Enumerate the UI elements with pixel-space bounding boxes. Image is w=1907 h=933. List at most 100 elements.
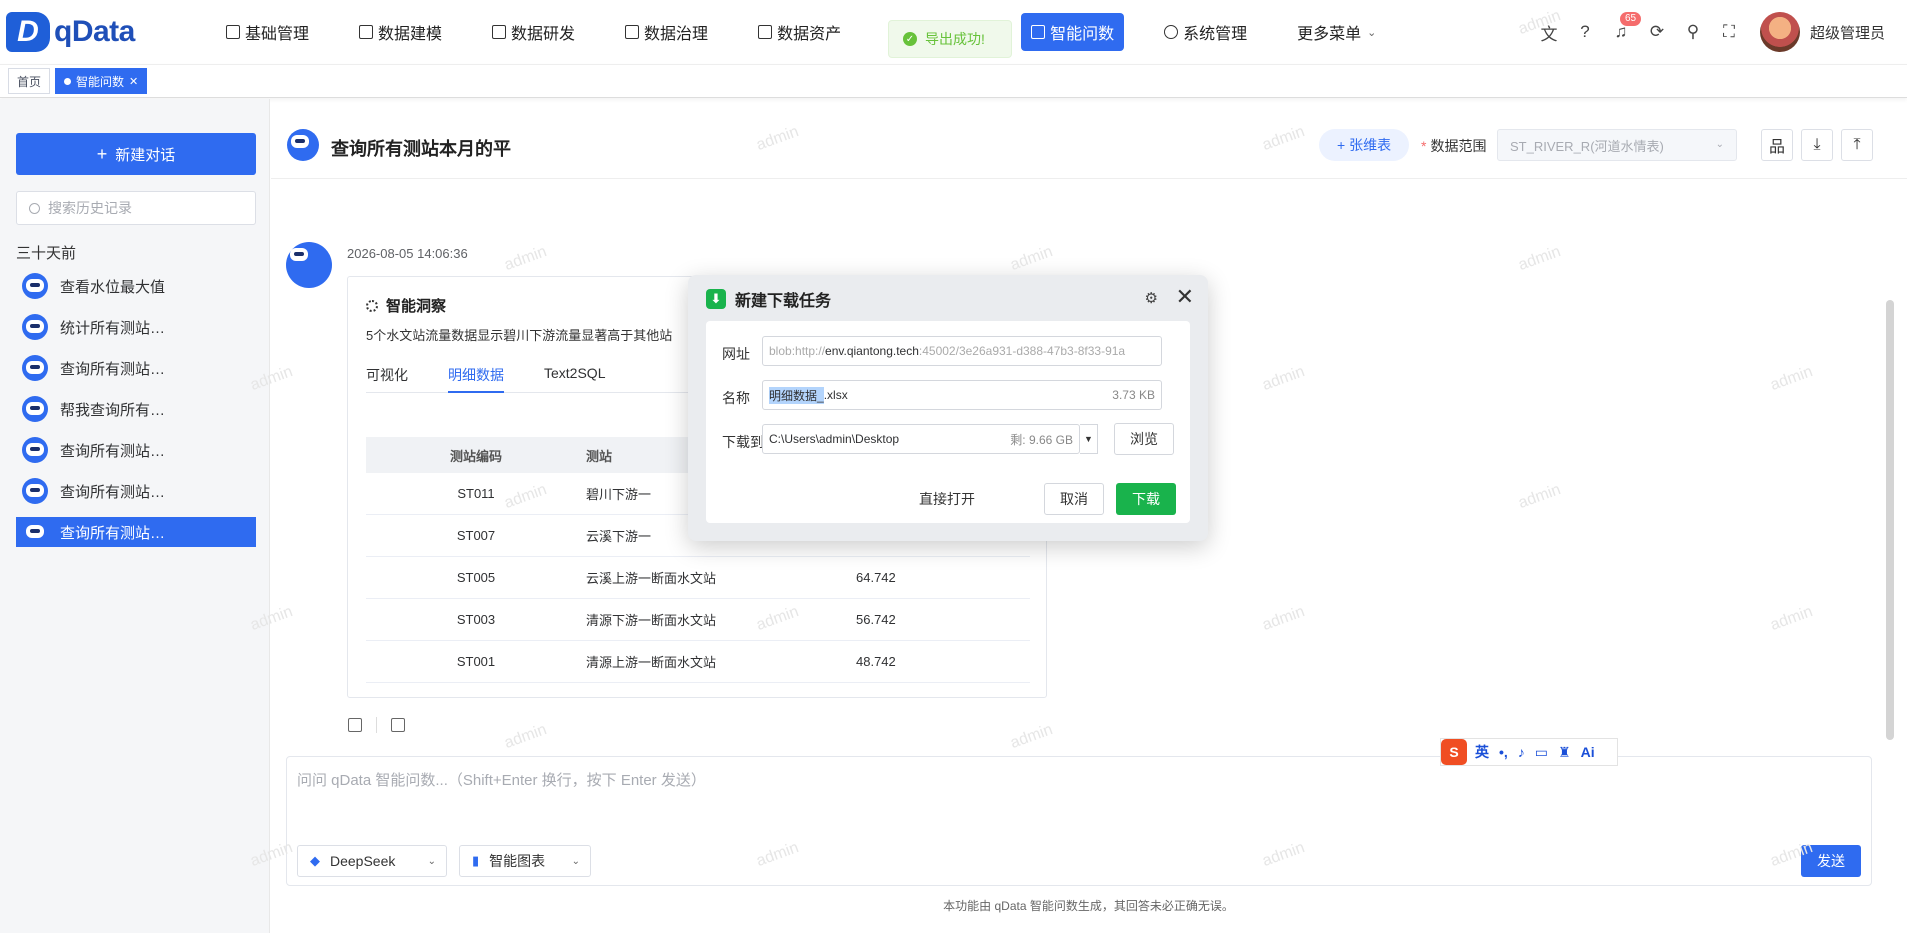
- bar-chart-icon: ▮: [472, 853, 480, 868]
- copy-icon[interactable]: [348, 718, 362, 732]
- nav-item-system[interactable]: 系统管理: [1154, 13, 1257, 51]
- tab-smart-query[interactable]: 智能问数 ✕: [55, 68, 148, 94]
- top-navbar: D qData 基础管理 数据建模 数据研发 数据治理 数据资产 智能问数 系统…: [0, 0, 1907, 64]
- watermark: admin: [1260, 363, 1308, 394]
- data-range-label: * 数据范围: [1421, 138, 1487, 154]
- url-label: 网址: [722, 346, 750, 362]
- download-app-icon: ⬇: [706, 289, 726, 309]
- tags-view: 首页 智能问数 ✕: [0, 64, 1907, 98]
- scrollbar[interactable]: [1886, 300, 1894, 740]
- nav-item-dev[interactable]: 数据研发: [482, 13, 585, 51]
- nav-item-assets[interactable]: 数据资产: [748, 13, 851, 51]
- close-icon[interactable]: ✕: [129, 75, 138, 88]
- dialog-title: ⬇ 新建下载任务: [706, 287, 831, 311]
- robot-icon: [22, 437, 48, 463]
- username[interactable]: 超级管理员: [1810, 22, 1885, 43]
- bell-icon[interactable]: ♫ 65: [1610, 12, 1642, 43]
- diagram-icon[interactable]: 品: [1761, 129, 1793, 161]
- help-icon[interactable]: ?: [1574, 21, 1596, 43]
- history-item-active[interactable]: 查询所有测站…: [16, 517, 256, 547]
- gear-icon: [366, 299, 378, 312]
- add-table-button[interactable]: + 张维表: [1319, 129, 1410, 161]
- upload-icon[interactable]: ⤒: [1841, 129, 1873, 161]
- history-item[interactable]: 帮我查询所有…: [16, 394, 256, 424]
- history-item[interactable]: 查询所有测站…: [16, 353, 256, 383]
- logo[interactable]: D qData: [6, 12, 135, 52]
- document-icon: [226, 25, 240, 39]
- insight-title: 智能洞察: [366, 295, 446, 316]
- watermark: admin: [1008, 721, 1056, 752]
- table-row: ST001 清源上游一断面水文站 48.742: [366, 641, 1030, 683]
- message-time: 2026-08-05 14:06:36: [347, 246, 468, 261]
- nav-item-more[interactable]: 更多菜单 ⌄: [1287, 13, 1386, 51]
- plus-icon: +: [96, 143, 108, 164]
- history-item[interactable]: 查看水位最大值: [16, 271, 256, 301]
- punctuation-icon[interactable]: •,: [1499, 744, 1508, 760]
- url-field[interactable]: blob:http://env.qiantong.tech:45002/3e26…: [762, 336, 1162, 366]
- filename-field[interactable]: 明细数据_ .xlsx 3.73 KB: [762, 380, 1162, 410]
- tab-home[interactable]: 首页: [8, 68, 51, 94]
- history-group-label: 三十天前: [16, 245, 77, 262]
- save-to-label: 下载到: [722, 434, 764, 450]
- search-icon[interactable]: ⚲: [1682, 21, 1704, 43]
- robot-icon: [22, 273, 48, 299]
- watermark: admin: [1516, 481, 1564, 512]
- send-button[interactable]: 发送: [1801, 845, 1861, 877]
- cancel-button[interactable]: 取消: [1044, 483, 1104, 515]
- table-row: ST003 清源下游一断面水文站 56.742: [366, 599, 1030, 641]
- chevron-down-icon: ⌄: [1367, 26, 1377, 39]
- active-dot-icon: [64, 77, 72, 85]
- question-input[interactable]: 问问 qData 智能问数...（Shift+Enter 换行，按下 Enter…: [286, 756, 1872, 886]
- logo-mark-icon: D: [6, 12, 50, 52]
- fullscreen-icon[interactable]: ⛶: [1718, 21, 1740, 43]
- open-directly-button[interactable]: 直接打开: [910, 483, 984, 515]
- sogou-logo-icon: S: [1441, 739, 1467, 765]
- name-label: 名称: [722, 390, 750, 406]
- model-select[interactable]: ◆ DeepSeek ⌄: [297, 845, 447, 877]
- history-item[interactable]: 查询所有测站…: [16, 435, 256, 465]
- nav-item-smart-query[interactable]: 智能问数: [1021, 13, 1125, 51]
- nav-item-modeling[interactable]: 数据建模: [349, 13, 452, 51]
- shirt-icon[interactable]: ♜: [1558, 744, 1571, 761]
- nav-item-governance[interactable]: 数据治理: [615, 13, 718, 51]
- success-toast: ✓ 导出成功!: [888, 20, 1012, 58]
- nav-item-basic[interactable]: 基础管理: [216, 13, 319, 51]
- data-range-select[interactable]: ST_RIVER_R(河道水情表) ⌄: [1497, 129, 1737, 161]
- refresh-icon[interactable]: ⟳: [1646, 21, 1668, 43]
- table-row: ST005 云溪上游一断面水文站 64.742: [366, 557, 1030, 599]
- cube-icon: [359, 25, 374, 39]
- check-circle-icon: ✓: [903, 32, 917, 46]
- download-icon[interactable]: ⤓: [1801, 129, 1833, 161]
- translate-icon[interactable]: 文: [1538, 21, 1560, 44]
- microphone-icon[interactable]: ♪: [1518, 744, 1525, 760]
- insight-text: 5个水文站流量数据显示碧川下游流量显著高于其他站: [366, 328, 673, 343]
- download-button[interactable]: 下载: [1116, 483, 1176, 515]
- robot-icon: [22, 478, 48, 504]
- settings-icon[interactable]: ⚙: [1145, 289, 1158, 307]
- tab-text2sql[interactable]: Text2SQL: [544, 357, 605, 393]
- trash-icon[interactable]: [391, 718, 405, 732]
- watermark: admin: [1768, 603, 1816, 634]
- history-search-input[interactable]: 搜索历史记录: [16, 191, 256, 225]
- watermark: admin: [1008, 243, 1056, 274]
- close-icon[interactable]: ✕: [1176, 284, 1194, 310]
- tab-visualization[interactable]: 可视化: [366, 357, 408, 393]
- tab-detail-data[interactable]: 明细数据: [448, 357, 504, 393]
- browse-button[interactable]: 浏览: [1114, 423, 1174, 455]
- history-item[interactable]: 统计所有测站…: [16, 312, 256, 342]
- whale-icon: ◆: [310, 853, 320, 868]
- save-path-field[interactable]: C:\Users\admin\Desktop 剩: 9.66 GB: [762, 424, 1080, 454]
- notification-badge: 65: [1619, 12, 1642, 26]
- robot-icon: [22, 396, 48, 422]
- new-chat-button[interactable]: + 新建对话: [16, 133, 256, 175]
- avatar[interactable]: [1759, 12, 1800, 52]
- watermark: admin: [502, 243, 550, 274]
- keyboard-icon[interactable]: ▭: [1535, 744, 1548, 761]
- hexagon-icon: [492, 25, 507, 39]
- ime-toolbar[interactable]: S 英 •, ♪ ▭ ♜ Ai: [1440, 738, 1618, 766]
- history-item[interactable]: 查询所有测站…: [16, 476, 256, 506]
- path-dropdown-icon[interactable]: ▼: [1080, 424, 1098, 454]
- mode-select[interactable]: ▮ 智能图表 ⌄: [459, 845, 591, 877]
- robot-icon: [287, 129, 319, 161]
- dialog-body: 网址 blob:http://env.qiantong.tech:45002/3…: [706, 321, 1190, 523]
